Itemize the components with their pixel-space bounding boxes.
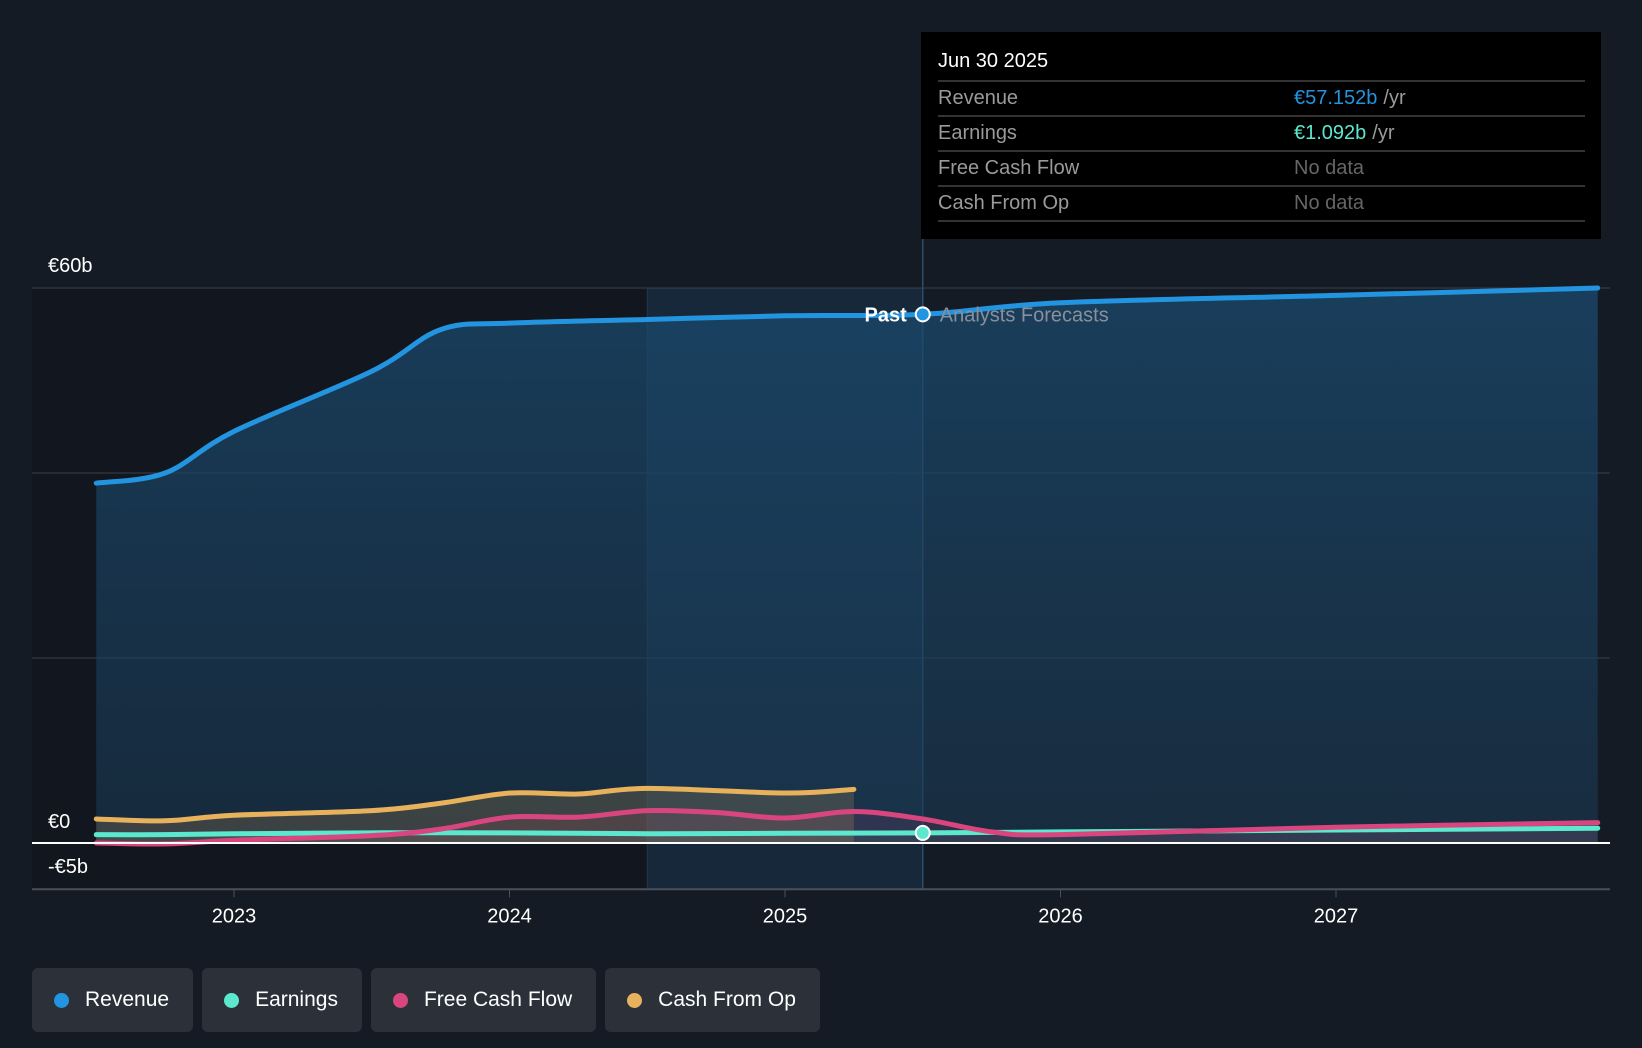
legend-revenue[interactable]: Revenue (32, 968, 194, 1032)
tooltip-value: €1.092b (1294, 122, 1367, 144)
x-tick-label: 2024 (487, 905, 532, 927)
tooltip-label: Revenue (938, 87, 1019, 109)
tooltip-row-cfo: Cash From Op No data (938, 187, 1585, 222)
tooltip-label: Free Cash Flow (938, 157, 1080, 179)
earnings-dot-icon (224, 992, 240, 1008)
tooltip-date: Jun 30 2025 (938, 46, 1585, 82)
tooltip: Jun 30 2025 Revenue €57.152b /yr Earning… (921, 32, 1601, 239)
legend: Revenue Earnings Free Cash Flow Cash Fro… (32, 968, 820, 1032)
tooltip-row-earnings: Earnings €1.092b /yr (938, 117, 1585, 152)
earnings-marker (914, 824, 931, 841)
y-tick-label: €60b (48, 255, 93, 277)
cfo-dot-icon (627, 992, 643, 1008)
legend-cash-from-op[interactable]: Cash From Op (605, 968, 820, 1032)
tooltip-row-revenue: Revenue €57.152b /yr (938, 82, 1585, 117)
y-tick-label: €0 (48, 811, 70, 833)
tooltip-label: Earnings (938, 122, 1017, 144)
x-tick-label: 2027 (1314, 905, 1359, 927)
legend-free-cash-flow[interactable]: Free Cash Flow (370, 968, 597, 1032)
tooltip-value: No data (1294, 157, 1365, 179)
x-tick-label: 2023 (212, 905, 257, 927)
legend-label: Revenue (85, 988, 170, 1011)
revenue-marker (914, 306, 931, 323)
revenue-dot-icon (54, 992, 69, 1008)
x-tick-label: 2025 (763, 905, 808, 927)
tooltip-unit: /yr (1383, 87, 1406, 109)
legend-label: Free Cash Flow (423, 988, 573, 1011)
tooltip-unit: /yr (1372, 122, 1395, 144)
tooltip-value: €57.152b (1294, 87, 1378, 109)
legend-label: Earnings (255, 988, 338, 1011)
past-label: Past (865, 304, 908, 326)
forecast-label: Analysts Forecasts (940, 304, 1109, 326)
tooltip-label: Cash From Op (938, 192, 1070, 214)
fcf-dot-icon (392, 992, 408, 1008)
x-tick-label: 2026 (1038, 905, 1083, 927)
y-tick-label: -€5b (48, 856, 88, 878)
legend-label: Cash From Op (658, 988, 796, 1011)
tooltip-row-fcf: Free Cash Flow No data (938, 152, 1585, 187)
tooltip-value: No data (1294, 192, 1365, 214)
legend-earnings[interactable]: Earnings (202, 968, 362, 1032)
